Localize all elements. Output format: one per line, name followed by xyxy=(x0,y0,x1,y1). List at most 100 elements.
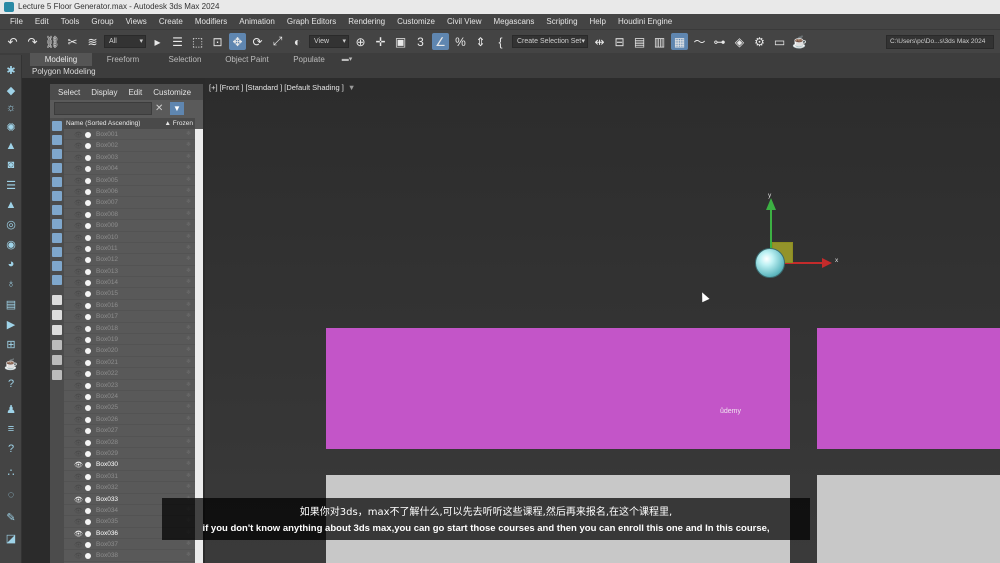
curve-editor-icon[interactable]: 〜 xyxy=(691,33,708,50)
object-name[interactable]: Box031 xyxy=(96,471,118,482)
move-icon[interactable]: ✥ xyxy=(229,33,246,50)
filter-cameras-icon[interactable] xyxy=(52,163,62,173)
list-item[interactable]: 👁 Box007 ❄ xyxy=(64,197,195,209)
menu-customize[interactable]: Customize xyxy=(391,17,441,26)
explorer-tab-edit[interactable]: Edit xyxy=(128,88,142,97)
filter-hidden-icon[interactable] xyxy=(52,275,62,285)
filter-bones-icon[interactable] xyxy=(52,233,62,243)
tab-selection[interactable]: Selection xyxy=(154,53,216,66)
object-name[interactable]: Box012 xyxy=(96,254,118,265)
mirror-icon[interactable]: ⇹ xyxy=(591,33,608,50)
paint-icon[interactable]: ◕ xyxy=(4,257,18,271)
freeze-icon[interactable]: ❄ xyxy=(186,357,191,368)
column-frozen-header[interactable]: ▲ Frozen xyxy=(165,118,193,129)
lock-selection-icon[interactable] xyxy=(52,340,62,350)
modify-panel-icon[interactable]: ◙ xyxy=(4,158,18,172)
freeze-icon[interactable]: ❄ xyxy=(186,323,191,334)
list-item[interactable]: 👁 Box003 ❄ xyxy=(64,151,195,164)
object-name[interactable]: Box014 xyxy=(96,277,118,288)
viewport-label[interactable]: [+] [Front ] [Standard ] [Default Shadin… xyxy=(209,83,355,92)
freeze-icon[interactable]: ❄ xyxy=(186,345,191,356)
object-name[interactable]: Box025 xyxy=(96,402,118,413)
object-name[interactable]: Box019 xyxy=(96,334,118,345)
list-item[interactable]: 👁 Box030 ❄ xyxy=(64,459,195,471)
ring-icon[interactable]: ◌ xyxy=(4,488,18,502)
render-icon[interactable]: ▶ xyxy=(4,317,18,331)
object-name[interactable]: Box035 xyxy=(96,516,118,527)
list-item[interactable]: 👁 Box017 ❄ xyxy=(64,311,195,323)
freeze-icon[interactable]: ❄ xyxy=(186,140,191,151)
list-item[interactable]: 👁 Box038 ❄ xyxy=(64,550,195,562)
list-item[interactable]: 👁 Box023 ❄ xyxy=(64,379,195,391)
list-item[interactable]: 👁 Box025 ❄ xyxy=(64,402,195,414)
undo-icon[interactable]: ↶ xyxy=(4,33,21,50)
menu-houdini-engine[interactable]: Houdini Engine xyxy=(612,17,678,26)
freeze-icon[interactable]: ❄ xyxy=(186,300,191,311)
filter-geometry-icon[interactable] xyxy=(52,121,62,131)
hierarchy-icon[interactable]: ☰ xyxy=(4,178,18,192)
snap-toggle-icon[interactable]: 3 xyxy=(412,33,429,50)
filter-containers-icon[interactable] xyxy=(52,247,62,257)
list-icon[interactable]: ≡ xyxy=(4,422,18,436)
object-name[interactable]: Box036 xyxy=(96,528,118,539)
freeze-icon[interactable]: ❄ xyxy=(186,550,191,561)
filter-helpers-icon[interactable] xyxy=(52,177,62,187)
ribbon-panel-label[interactable]: Polygon Modeling xyxy=(22,66,1000,78)
list-item[interactable]: 👁 Box004 ❄ xyxy=(64,163,195,175)
pivot-icon[interactable]: ⊕ xyxy=(352,33,369,50)
schematic-view-icon[interactable]: ⊶ xyxy=(711,33,728,50)
help-icon[interactable]: ? xyxy=(4,377,18,391)
freeze-icon[interactable]: ❄ xyxy=(186,402,191,413)
list-item[interactable]: 👁 Box018 ❄ xyxy=(64,322,195,335)
filter-xrefs-icon[interactable] xyxy=(52,219,62,229)
select-by-name-icon[interactable]: ☰ xyxy=(169,33,186,50)
object-name[interactable]: Box020 xyxy=(96,345,118,356)
populate-icon[interactable]: ♟ xyxy=(4,402,18,416)
list-item[interactable]: 👁 Box010 ❄ xyxy=(64,231,195,243)
filter-spacewarps-icon[interactable] xyxy=(52,191,62,201)
scale-icon[interactable]: ⤢ xyxy=(269,33,286,50)
list-item[interactable]: 👁 Box005 ❄ xyxy=(64,174,195,186)
list-item[interactable]: 👁 Box031 ❄ xyxy=(64,470,195,483)
teapot-strip-icon[interactable]: ☕ xyxy=(4,357,18,371)
explorer-column-header[interactable]: Name (Sorted Ascending) ▲ Frozen xyxy=(64,118,195,129)
list-item[interactable]: 👁 Box001 ❄ xyxy=(64,129,195,141)
box-object-right[interactable] xyxy=(817,328,1000,449)
rotate-icon[interactable]: ⟳ xyxy=(249,33,266,50)
filter-frozen-icon[interactable] xyxy=(52,261,62,271)
object-name[interactable]: Box003 xyxy=(96,152,118,163)
list-item[interactable]: 👁 Box020 ❄ xyxy=(64,345,195,357)
display-icon[interactable]: ◎ xyxy=(4,217,18,231)
create-panel-icon[interactable]: ✱ xyxy=(4,63,18,77)
invert-display-icon[interactable] xyxy=(52,325,62,335)
children-icon[interactable] xyxy=(52,370,62,380)
object-name[interactable]: Box007 xyxy=(96,197,118,208)
freeze-icon[interactable]: ❄ xyxy=(186,368,191,379)
list-item[interactable]: 👁 Box026 ❄ xyxy=(64,413,195,426)
object-name[interactable]: Box027 xyxy=(96,425,118,436)
project-path-field[interactable]: C:\Users\pc\Do...s\3ds Max 2024 xyxy=(886,35,994,49)
object-name[interactable]: Box026 xyxy=(96,414,118,425)
freeze-icon[interactable]: ❄ xyxy=(186,482,191,493)
freeze-icon[interactable]: ❄ xyxy=(186,437,191,448)
list-item[interactable]: 👁 Box009 ❄ xyxy=(64,220,195,232)
menu-group[interactable]: Group xyxy=(85,17,119,26)
freeze-icon[interactable]: ❄ xyxy=(186,311,191,322)
list-item[interactable]: 👁 Box015 ❄ xyxy=(64,288,195,300)
freeze-icon[interactable]: ❄ xyxy=(186,277,191,288)
object-name[interactable]: Box005 xyxy=(96,175,118,186)
explorer-tab-customize[interactable]: Customize xyxy=(153,88,191,97)
eye-icon[interactable]: 👁 xyxy=(74,551,83,562)
freeze-icon[interactable]: ❄ xyxy=(186,334,191,345)
menu-tools[interactable]: Tools xyxy=(55,17,86,26)
helpers-icon[interactable]: ▲ xyxy=(4,139,18,153)
menu-create[interactable]: Create xyxy=(153,17,189,26)
freeze-icon[interactable]: ❄ xyxy=(186,220,191,231)
align-icon[interactable]: ⊟ xyxy=(611,33,628,50)
pick-icon[interactable]: ◪ xyxy=(4,531,18,545)
object-name[interactable]: Box008 xyxy=(96,209,118,220)
freeze-icon[interactable]: ❄ xyxy=(186,380,191,391)
grid-icon[interactable]: ⊞ xyxy=(4,337,18,351)
object-name[interactable]: Box029 xyxy=(96,448,118,459)
freeze-icon[interactable]: ❄ xyxy=(186,152,191,163)
